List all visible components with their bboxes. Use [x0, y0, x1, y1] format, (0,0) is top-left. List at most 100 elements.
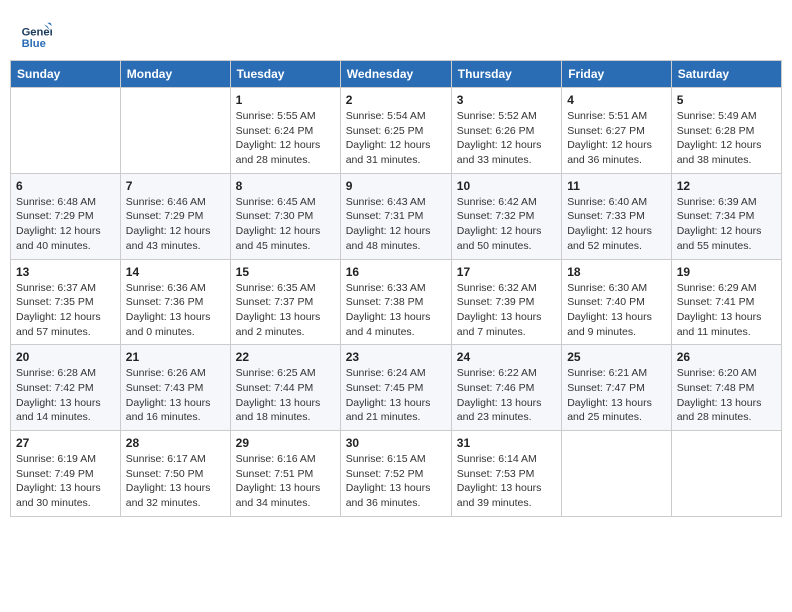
day-number: 7 — [126, 179, 225, 193]
day-header-friday: Friday — [562, 61, 672, 88]
calendar-cell — [671, 431, 781, 517]
calendar-cell: 13 Sunrise: 6:37 AM Sunset: 7:35 PM Dayli… — [11, 259, 121, 345]
day-info: Sunrise: 6:40 AM Sunset: 7:33 PM Dayligh… — [567, 195, 666, 254]
day-info: Sunrise: 6:26 AM Sunset: 7:43 PM Dayligh… — [126, 366, 225, 425]
calendar-cell: 15 Sunrise: 6:35 AM Sunset: 7:37 PM Dayli… — [230, 259, 340, 345]
calendar-cell — [120, 88, 230, 174]
calendar-cell: 14 Sunrise: 6:36 AM Sunset: 7:36 PM Dayli… — [120, 259, 230, 345]
day-number: 18 — [567, 265, 666, 279]
day-info: Sunrise: 6:19 AM Sunset: 7:49 PM Dayligh… — [16, 452, 115, 511]
calendar-cell: 3Sunrise: 5:52 AM Sunset: 6:26 PM Daylig… — [451, 88, 561, 174]
day-info: Sunrise: 6:16 AM Sunset: 7:51 PM Dayligh… — [236, 452, 335, 511]
calendar-cell: 27 Sunrise: 6:19 AM Sunset: 7:49 PM Dayli… — [11, 431, 121, 517]
calendar-cell: 16 Sunrise: 6:33 AM Sunset: 7:38 PM Dayli… — [340, 259, 451, 345]
day-info: Sunrise: 6:46 AM Sunset: 7:29 PM Dayligh… — [126, 195, 225, 254]
day-info: Sunrise: 6:20 AM Sunset: 7:48 PM Dayligh… — [677, 366, 776, 425]
day-header-wednesday: Wednesday — [340, 61, 451, 88]
calendar-cell: 21Sunrise: 6:26 AM Sunset: 7:43 PM Dayli… — [120, 345, 230, 431]
day-number: 30 — [346, 436, 446, 450]
day-header-tuesday: Tuesday — [230, 61, 340, 88]
day-number: 13 — [16, 265, 115, 279]
day-info: Sunrise: 6:36 AM Sunset: 7:36 PM Dayligh… — [126, 281, 225, 340]
calendar-cell: 28 Sunrise: 6:17 AM Sunset: 7:50 PM Dayli… — [120, 431, 230, 517]
calendar-cell — [11, 88, 121, 174]
day-header-saturday: Saturday — [671, 61, 781, 88]
day-info: Sunrise: 6:33 AM Sunset: 7:38 PM Dayligh… — [346, 281, 446, 340]
calendar-cell: 24 Sunrise: 6:22 AM Sunset: 7:46 PM Dayli… — [451, 345, 561, 431]
calendar-cell: 19 Sunrise: 6:29 AM Sunset: 7:41 PM Dayli… — [671, 259, 781, 345]
calendar-cell: 26 Sunrise: 6:20 AM Sunset: 7:48 PM Dayli… — [671, 345, 781, 431]
calendar-cell: 1 Sunrise: 5:55 AM Sunset: 6:24 PM Daylig… — [230, 88, 340, 174]
header: General Blue — [10, 10, 782, 54]
calendar-table: SundayMondayTuesdayWednesdayThursdayFrid… — [10, 60, 782, 517]
calendar-cell: 6 Sunrise: 6:48 AM Sunset: 7:29 PM Daylig… — [11, 173, 121, 259]
day-info: Sunrise: 6:35 AM Sunset: 7:37 PM Dayligh… — [236, 281, 335, 340]
day-info: Sunrise: 6:32 AM Sunset: 7:39 PM Dayligh… — [457, 281, 556, 340]
day-number: 11 — [567, 179, 666, 193]
day-info: Sunrise: 6:48 AM Sunset: 7:29 PM Dayligh… — [16, 195, 115, 254]
day-number: 28 — [126, 436, 225, 450]
day-number: 16 — [346, 265, 446, 279]
day-number: 31 — [457, 436, 556, 450]
calendar-cell: 10Sunrise: 6:42 AM Sunset: 7:32 PM Dayli… — [451, 173, 561, 259]
calendar-cell: 4 Sunrise: 5:51 AM Sunset: 6:27 PM Daylig… — [562, 88, 672, 174]
day-header-sunday: Sunday — [11, 61, 121, 88]
calendar-header-row: SundayMondayTuesdayWednesdayThursdayFrid… — [11, 61, 782, 88]
day-number: 6 — [16, 179, 115, 193]
day-info: Sunrise: 5:49 AM Sunset: 6:28 PM Dayligh… — [677, 109, 776, 168]
day-number: 4 — [567, 93, 666, 107]
day-number: 24 — [457, 350, 556, 364]
day-info: Sunrise: 6:30 AM Sunset: 7:40 PM Dayligh… — [567, 281, 666, 340]
calendar-cell: 11 Sunrise: 6:40 AM Sunset: 7:33 PM Dayli… — [562, 173, 672, 259]
day-number: 10 — [457, 179, 556, 193]
calendar-cell — [562, 431, 672, 517]
calendar-cell: 18 Sunrise: 6:30 AM Sunset: 7:40 PM Dayli… — [562, 259, 672, 345]
day-info: Sunrise: 6:14 AM Sunset: 7:53 PM Dayligh… — [457, 452, 556, 511]
day-info: Sunrise: 6:15 AM Sunset: 7:52 PM Dayligh… — [346, 452, 446, 511]
day-number: 5 — [677, 93, 776, 107]
day-number: 8 — [236, 179, 335, 193]
day-number: 26 — [677, 350, 776, 364]
day-info: Sunrise: 5:55 AM Sunset: 6:24 PM Dayligh… — [236, 109, 335, 168]
day-info: Sunrise: 6:29 AM Sunset: 7:41 PM Dayligh… — [677, 281, 776, 340]
day-info: Sunrise: 6:24 AM Sunset: 7:45 PM Dayligh… — [346, 366, 446, 425]
calendar-week-row: 20Sunrise: 6:28 AM Sunset: 7:42 PM Dayli… — [11, 345, 782, 431]
calendar-cell: 7 Sunrise: 6:46 AM Sunset: 7:29 PM Daylig… — [120, 173, 230, 259]
day-number: 2 — [346, 93, 446, 107]
day-info: Sunrise: 5:54 AM Sunset: 6:25 PM Dayligh… — [346, 109, 446, 168]
day-number: 12 — [677, 179, 776, 193]
day-number: 14 — [126, 265, 225, 279]
calendar-cell: 8 Sunrise: 6:45 AM Sunset: 7:30 PM Daylig… — [230, 173, 340, 259]
day-info: Sunrise: 6:21 AM Sunset: 7:47 PM Dayligh… — [567, 366, 666, 425]
day-number: 9 — [346, 179, 446, 193]
calendar-cell: 30 Sunrise: 6:15 AM Sunset: 7:52 PM Dayli… — [340, 431, 451, 517]
day-header-monday: Monday — [120, 61, 230, 88]
calendar-cell: 2 Sunrise: 5:54 AM Sunset: 6:25 PM Daylig… — [340, 88, 451, 174]
day-number: 1 — [236, 93, 335, 107]
calendar-week-row: 6 Sunrise: 6:48 AM Sunset: 7:29 PM Daylig… — [11, 173, 782, 259]
calendar-cell: 17 Sunrise: 6:32 AM Sunset: 7:39 PM Dayli… — [451, 259, 561, 345]
calendar-cell: 23 Sunrise: 6:24 AM Sunset: 7:45 PM Dayli… — [340, 345, 451, 431]
day-number: 15 — [236, 265, 335, 279]
day-info: Sunrise: 6:37 AM Sunset: 7:35 PM Dayligh… — [16, 281, 115, 340]
day-number: 29 — [236, 436, 335, 450]
calendar-cell: 22Sunrise: 6:25 AM Sunset: 7:44 PM Dayli… — [230, 345, 340, 431]
day-number: 27 — [16, 436, 115, 450]
day-info: Sunrise: 6:17 AM Sunset: 7:50 PM Dayligh… — [126, 452, 225, 511]
day-number: 23 — [346, 350, 446, 364]
day-info: Sunrise: 6:22 AM Sunset: 7:46 PM Dayligh… — [457, 366, 556, 425]
day-number: 17 — [457, 265, 556, 279]
day-info: Sunrise: 6:45 AM Sunset: 7:30 PM Dayligh… — [236, 195, 335, 254]
day-number: 19 — [677, 265, 776, 279]
calendar-week-row: 13 Sunrise: 6:37 AM Sunset: 7:35 PM Dayli… — [11, 259, 782, 345]
calendar-cell: 20Sunrise: 6:28 AM Sunset: 7:42 PM Dayli… — [11, 345, 121, 431]
day-number: 25 — [567, 350, 666, 364]
day-info: Sunrise: 5:51 AM Sunset: 6:27 PM Dayligh… — [567, 109, 666, 168]
day-number: 3 — [457, 93, 556, 107]
day-info: Sunrise: 6:28 AM Sunset: 7:42 PM Dayligh… — [16, 366, 115, 425]
day-info: Sunrise: 6:43 AM Sunset: 7:31 PM Dayligh… — [346, 195, 446, 254]
logo-icon: General Blue — [20, 18, 52, 50]
svg-text:Blue: Blue — [22, 38, 46, 50]
calendar-cell: 25 Sunrise: 6:21 AM Sunset: 7:47 PM Dayli… — [562, 345, 672, 431]
day-header-thursday: Thursday — [451, 61, 561, 88]
